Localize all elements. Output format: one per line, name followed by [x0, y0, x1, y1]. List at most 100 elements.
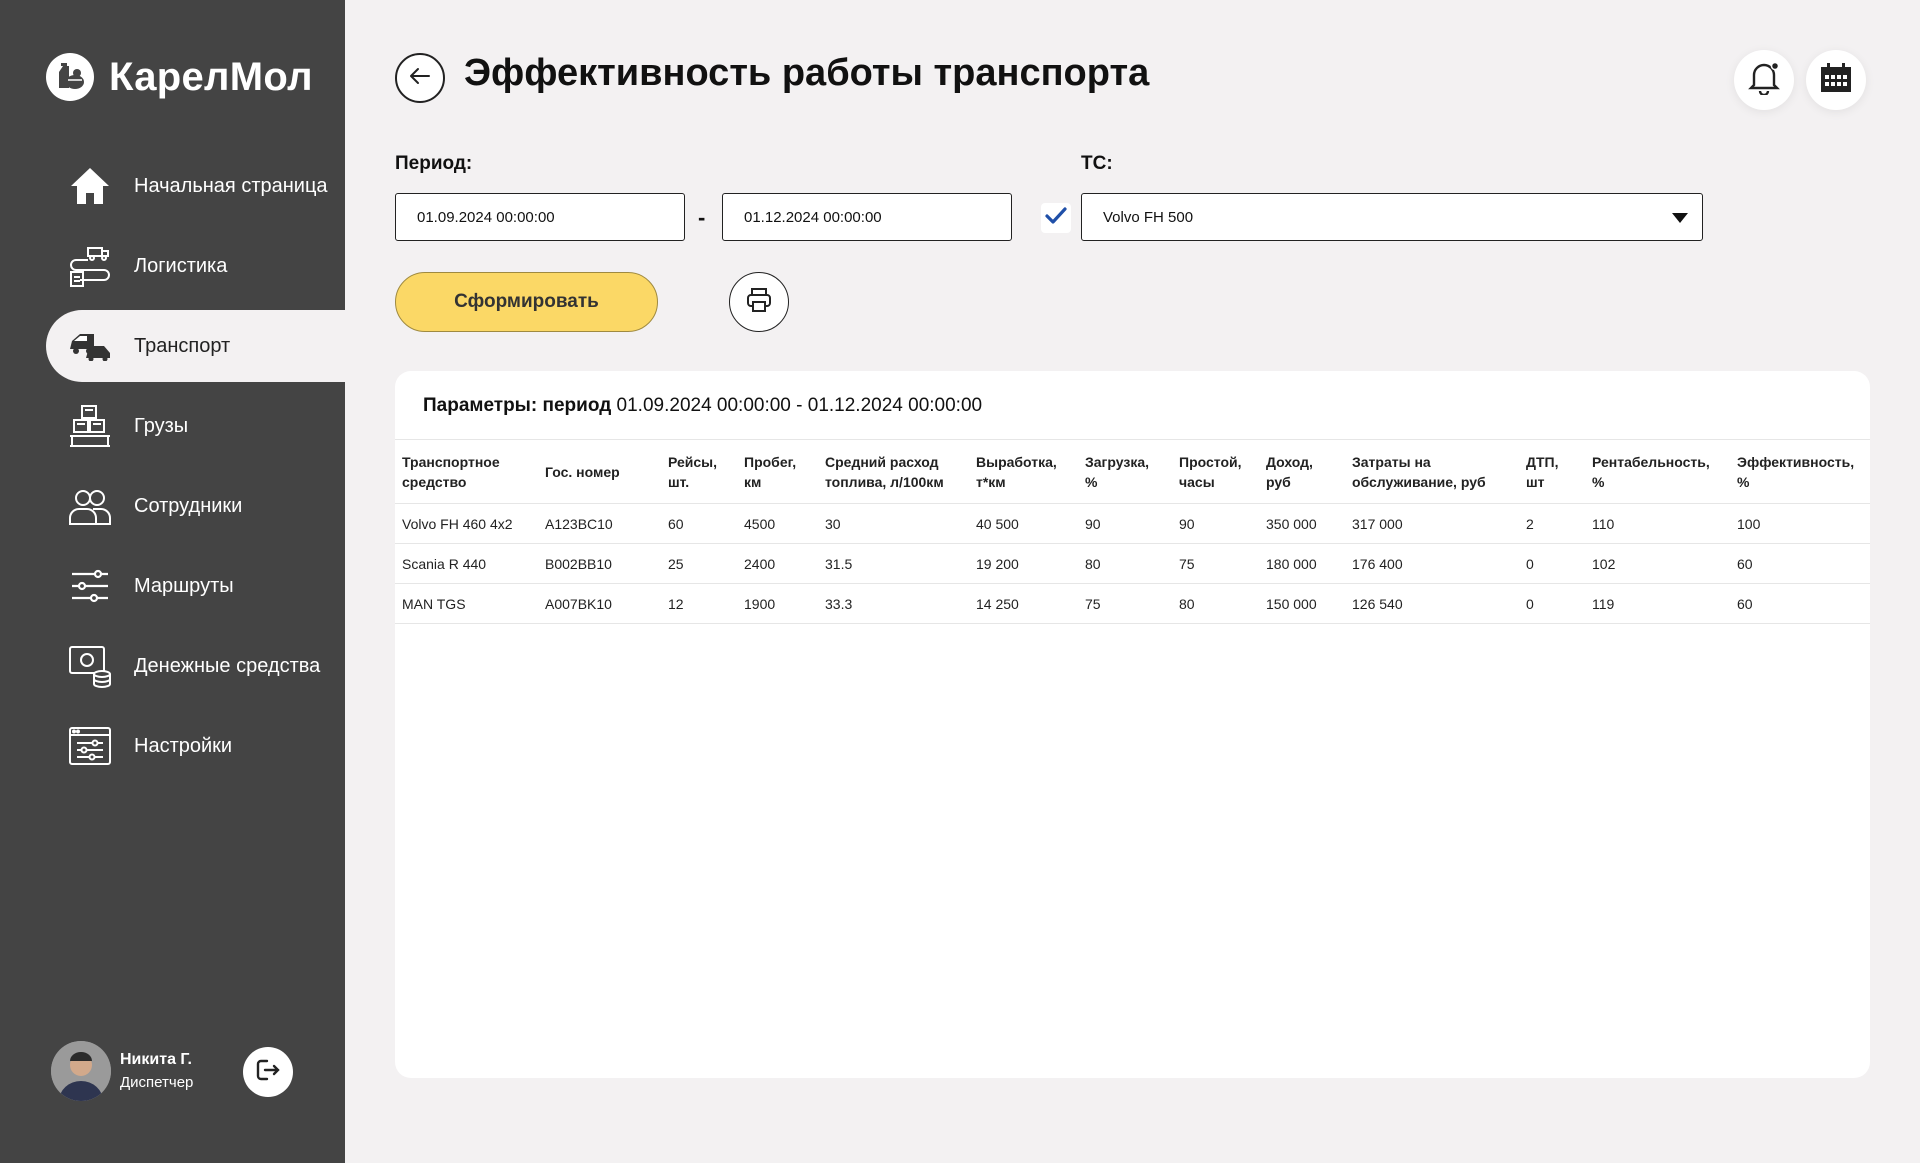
column-header[interactable]: ДТП, шт [1519, 439, 1585, 504]
sidebar-item-money[interactable]: Денежные средства [46, 630, 345, 702]
table-cell: 180 000 [1259, 543, 1345, 584]
milk-logo-icon [46, 53, 94, 101]
table-cell: Scania R 440 [395, 543, 538, 584]
table-cell: 90 [1078, 503, 1172, 544]
sidebar-item-label: Транспорт [134, 334, 231, 357]
app-logo[interactable]: КарелМол [46, 53, 313, 101]
routes-icon [66, 562, 114, 610]
column-header[interactable]: Доход, руб [1259, 439, 1345, 504]
table-row[interactable]: Scania R 440 B002BB10 25 2400 31.5 19 20… [395, 543, 1870, 584]
table-cell: 75 [1172, 543, 1259, 584]
column-header[interactable]: Транспортное средство [395, 439, 538, 504]
table-cell: 90 [1172, 503, 1259, 544]
report-table: Транспортное средство Гос. номер Рейсы, шт… [395, 439, 1870, 624]
table-cell: 30 [818, 503, 969, 544]
sidebar-item-label: Денежные средства [134, 654, 321, 677]
table-cell: 2400 [737, 543, 818, 584]
table-cell: 14 250 [969, 583, 1078, 624]
sidebar-item-employees[interactable]: Сотрудники [46, 470, 345, 542]
column-header[interactable]: Затраты на обслуживание, руб [1345, 439, 1519, 504]
table-cell: 119 [1585, 583, 1730, 624]
report-params-value: 01.09.2024 00:00:00 - 01.12.2024 00:00:0… [616, 395, 983, 416]
report-params-label: Параметры: период [423, 395, 612, 416]
table-cell: 126 540 [1345, 583, 1519, 624]
date-from-field[interactable]: 01.09.2024 00:00:00 [395, 193, 685, 241]
page-title: Эффективность работы транспорта [464, 52, 1150, 94]
sidebar-item-label: Маршруты [134, 574, 234, 597]
table-cell: Volvo FH 460 4x2 [395, 503, 538, 544]
column-header[interactable]: Гос. номер [538, 439, 661, 504]
table-cell: 100 [1730, 503, 1870, 544]
sidebar: КарелМол Начальная страница Логистика Тр… [0, 0, 345, 1163]
sidebar-item-home[interactable]: Начальная страница [46, 150, 345, 222]
sidebar-item-settings[interactable]: Настройки [46, 710, 345, 782]
table-cell: 4500 [737, 503, 818, 544]
table-cell: 60 [661, 503, 737, 544]
table-cell: 19 200 [969, 543, 1078, 584]
vehicle-select-value: Volvo FH 500 [1103, 208, 1194, 226]
print-button[interactable] [729, 272, 789, 332]
table-header-row: Транспортное средство Гос. номер Рейсы, шт… [395, 439, 1870, 504]
date-to-field[interactable]: 01.12.2024 00:00:00 [722, 193, 1012, 241]
employees-icon [66, 482, 114, 530]
settings-icon [66, 722, 114, 770]
period-label: Период: [395, 153, 473, 174]
column-header[interactable]: Загрузка,% [1078, 439, 1172, 504]
table-cell: 350 000 [1259, 503, 1345, 544]
table-cell: B002BB10 [538, 543, 661, 584]
table-cell: 80 [1172, 583, 1259, 624]
table-cell: 40 500 [969, 503, 1078, 544]
column-header[interactable]: Рейсы, шт. [661, 439, 737, 504]
table-cell: 0 [1519, 583, 1585, 624]
notifications-button[interactable] [1734, 50, 1794, 110]
sidebar-item-vehicles[interactable]: Транспорт [46, 310, 345, 382]
logout-button[interactable] [243, 1047, 293, 1097]
sidebar-item-label: Настройки [134, 734, 233, 757]
table-cell: 0 [1519, 543, 1585, 584]
table-cell: 33.3 [818, 583, 969, 624]
sidebar-item-logistics[interactable]: Логистика [46, 230, 345, 302]
column-header[interactable]: Эффективность,% [1730, 439, 1870, 504]
avatar [51, 1041, 111, 1101]
column-header[interactable]: Рентабельность,% [1585, 439, 1730, 504]
sidebar-item-label: Логистика [134, 254, 228, 277]
period-separator: - [698, 205, 706, 230]
calendar-button[interactable] [1806, 50, 1866, 110]
table-cell: MAN TGS [395, 583, 538, 624]
table-cell: 80 [1078, 543, 1172, 584]
column-header[interactable]: Пробег, км [737, 439, 818, 504]
checkmark-icon [1044, 206, 1068, 231]
user-role: Диспетчер [120, 1074, 194, 1091]
arrow-left-icon [409, 67, 431, 90]
logout-icon [255, 1058, 281, 1087]
column-header[interactable]: Средний расход топлива, л/100км [818, 439, 969, 504]
sidebar-item-routes[interactable]: Маршруты [46, 550, 345, 622]
column-header[interactable]: Простой, часы [1172, 439, 1259, 504]
report-card: Параметры: период 01.09.2024 00:00:00 - … [395, 371, 1870, 1078]
user-profile[interactable]: Никита Г. Диспетчер [51, 1041, 193, 1101]
cargo-icon [66, 402, 114, 450]
table-cell: 60 [1730, 543, 1870, 584]
back-button[interactable] [395, 53, 445, 103]
table-row[interactable]: MAN TGS A007BK10 12 1900 33.3 14 250 75 … [395, 583, 1870, 624]
table-cell: A123BC10 [538, 503, 661, 544]
bell-icon [1748, 61, 1780, 100]
sidebar-item-label: Начальная страница [134, 174, 328, 197]
table-cell: 31.5 [818, 543, 969, 584]
logistics-icon [66, 242, 114, 290]
sidebar-item-label: Грузы [134, 414, 189, 437]
calendar-icon [1820, 62, 1852, 98]
vehicle-checkbox[interactable] [1041, 203, 1071, 233]
user-name: Никита Г. [120, 1051, 192, 1068]
table-cell: 2 [1519, 503, 1585, 544]
column-header[interactable]: Выработка, т*км [969, 439, 1078, 504]
sidebar-item-cargo[interactable]: Грузы [46, 390, 345, 462]
table-cell: 317 000 [1345, 503, 1519, 544]
vehicle-label: ТС: [1081, 153, 1113, 174]
table-row[interactable]: Volvo FH 460 4x2 A123BC10 60 4500 30 40 … [395, 503, 1870, 544]
generate-button[interactable]: Сформировать [395, 272, 658, 332]
money-icon [66, 642, 114, 690]
sidebar-item-label: Сотрудники [134, 494, 243, 517]
vehicle-select[interactable]: Volvo FH 500 [1081, 193, 1703, 241]
table-cell: 12 [661, 583, 737, 624]
